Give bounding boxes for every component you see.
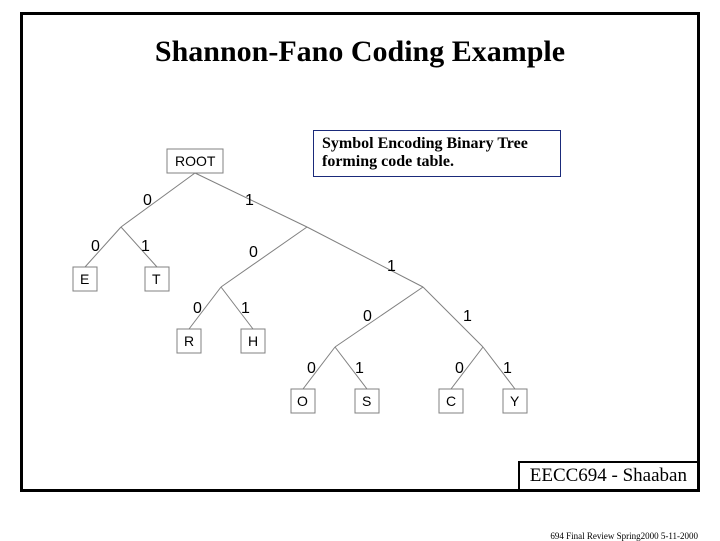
edge-label: 1	[463, 308, 472, 325]
node-H: H	[248, 333, 258, 349]
edge-label: 1	[355, 360, 364, 377]
node-O: O	[297, 393, 308, 409]
slide-frame: Shannon-Fano Coding Example Symbol Encod…	[20, 12, 700, 492]
node-Y: Y	[510, 393, 520, 409]
edge-label: 1	[503, 360, 512, 377]
node-E: E	[80, 271, 89, 287]
edge-label: 0	[91, 238, 100, 255]
edge-label: 0	[143, 192, 152, 209]
node-root: ROOT	[175, 153, 216, 169]
footer-course: EECC694 - Shaaban	[518, 461, 699, 491]
edge-label: 0	[363, 308, 372, 325]
node-C: C	[446, 393, 456, 409]
node-T: T	[152, 271, 161, 287]
edge-label: 0	[307, 360, 316, 377]
edge-label: 1	[245, 192, 254, 209]
edge-label: 0	[193, 300, 202, 317]
edge-label: 1	[141, 238, 150, 255]
edge-label: 1	[387, 258, 396, 275]
node-S: S	[362, 393, 371, 409]
tree-diagram: 0 1 0 1 0 1 0 1 0 1 0 1 0 1 ROOT E T R H…	[23, 55, 703, 475]
edge-label: 0	[455, 360, 464, 377]
edge-label: 1	[241, 300, 250, 317]
edge-label: 0	[249, 244, 258, 261]
node-R: R	[184, 333, 194, 349]
